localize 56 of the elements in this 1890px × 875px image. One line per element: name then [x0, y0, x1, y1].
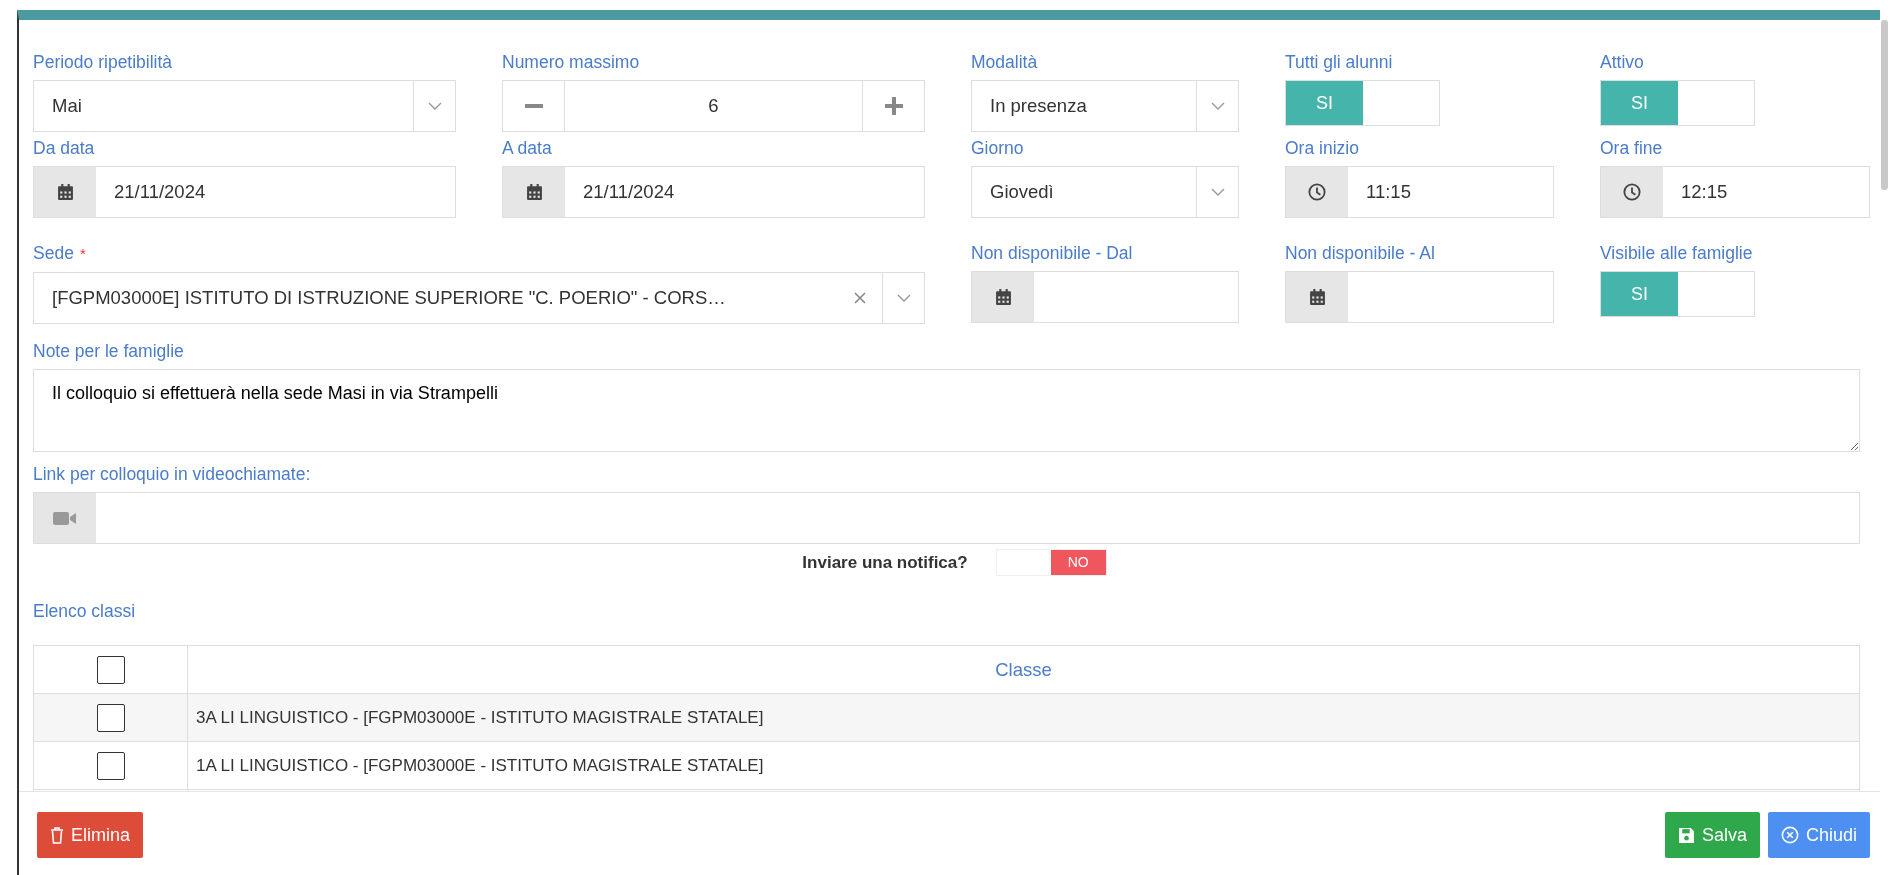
delete-button[interactable]: Elimina — [37, 812, 144, 858]
chevron-down-icon — [1210, 187, 1225, 197]
scrollbar-thumb[interactable] — [1881, 20, 1888, 190]
table-cell: 3A LI LINGUISTICO - [FGPM03000E - ISTITUTO MAGISTRALE STATALE] — [187, 693, 1860, 742]
dropdown-field[interactable]: Giovedì — [971, 166, 1239, 218]
field-label: Note per le famiglie — [33, 340, 184, 362]
table-cell: 1A LI LINGUISTICO - [FGPM03000E - ISTITUTO MAGISTRALE STATALE] — [187, 741, 1860, 790]
time-field[interactable]: 12:15 — [1600, 166, 1870, 218]
trash-icon — [50, 826, 64, 844]
date-field[interactable]: 21/11/2024 — [33, 166, 456, 218]
notification-label: Inviare una notifica? — [802, 551, 968, 574]
chevron-down-icon — [1210, 101, 1225, 111]
field-label: Ora inizio — [1285, 137, 1359, 159]
field-label: Periodo ripetibilità — [33, 51, 173, 73]
field-label: Sede * — [33, 242, 86, 265]
date-field[interactable] — [971, 271, 1239, 323]
date-field[interactable] — [1285, 271, 1554, 323]
close-icon — [1780, 826, 1799, 844]
video-camera-icon — [53, 510, 77, 526]
field-label: Link per colloquio in videochiamate: — [33, 463, 311, 485]
field-label: Numero massimo — [502, 51, 640, 73]
field-label: Non disponibile - Dal — [971, 242, 1133, 264]
required-mark: * — [79, 245, 86, 262]
field-label: Non disponibile - Al — [1285, 242, 1435, 264]
field-label: Ora fine — [1600, 137, 1663, 159]
section-title: Elenco classi — [33, 600, 136, 622]
calendar-icon — [56, 183, 74, 201]
time-field[interactable]: 11:15 — [1285, 166, 1554, 218]
dropdown-field[interactable]: In presenza — [971, 80, 1239, 132]
field-label: Tutti gli alunni — [1285, 51, 1393, 73]
clock-icon — [1308, 183, 1326, 201]
field-label: Giorno — [971, 137, 1024, 159]
field-label: Modalità — [971, 51, 1038, 73]
date-field[interactable]: 21/11/2024 — [502, 166, 925, 218]
field-label: Da data — [33, 137, 95, 159]
dropdown-field[interactable]: Mai — [33, 80, 456, 132]
row-checkbox[interactable] — [96, 703, 125, 732]
plus-icon — [884, 97, 903, 115]
select-all-checkbox[interactable] — [96, 655, 125, 684]
chevron-down-icon — [896, 293, 911, 303]
field-label: A data — [502, 137, 552, 159]
field-label: Attivo — [1600, 51, 1644, 73]
dropdown-field[interactable]: [FGPM03000E] ISTITUTO DI ISTRUZIONE SUPERIORE "C. POERIO" - CORS… — [33, 272, 925, 324]
minus-icon — [524, 104, 543, 108]
notes-textarea[interactable]: Il colloquio si effettuerà nella sede Masi in via Strampelli — [33, 369, 1860, 452]
number-spinner[interactable]: 6 — [502, 80, 925, 132]
column-header[interactable]: Classe — [187, 645, 1860, 694]
clock-icon — [1623, 183, 1641, 201]
calendar-icon — [1308, 288, 1326, 306]
link-field[interactable] — [33, 492, 1860, 544]
clear-icon — [854, 292, 866, 304]
field-label: Visibile alle famiglie — [1600, 242, 1753, 264]
row-checkbox[interactable] — [96, 751, 125, 780]
chevron-down-icon — [427, 101, 442, 111]
calendar-icon — [525, 183, 543, 201]
calendar-icon — [994, 288, 1012, 306]
